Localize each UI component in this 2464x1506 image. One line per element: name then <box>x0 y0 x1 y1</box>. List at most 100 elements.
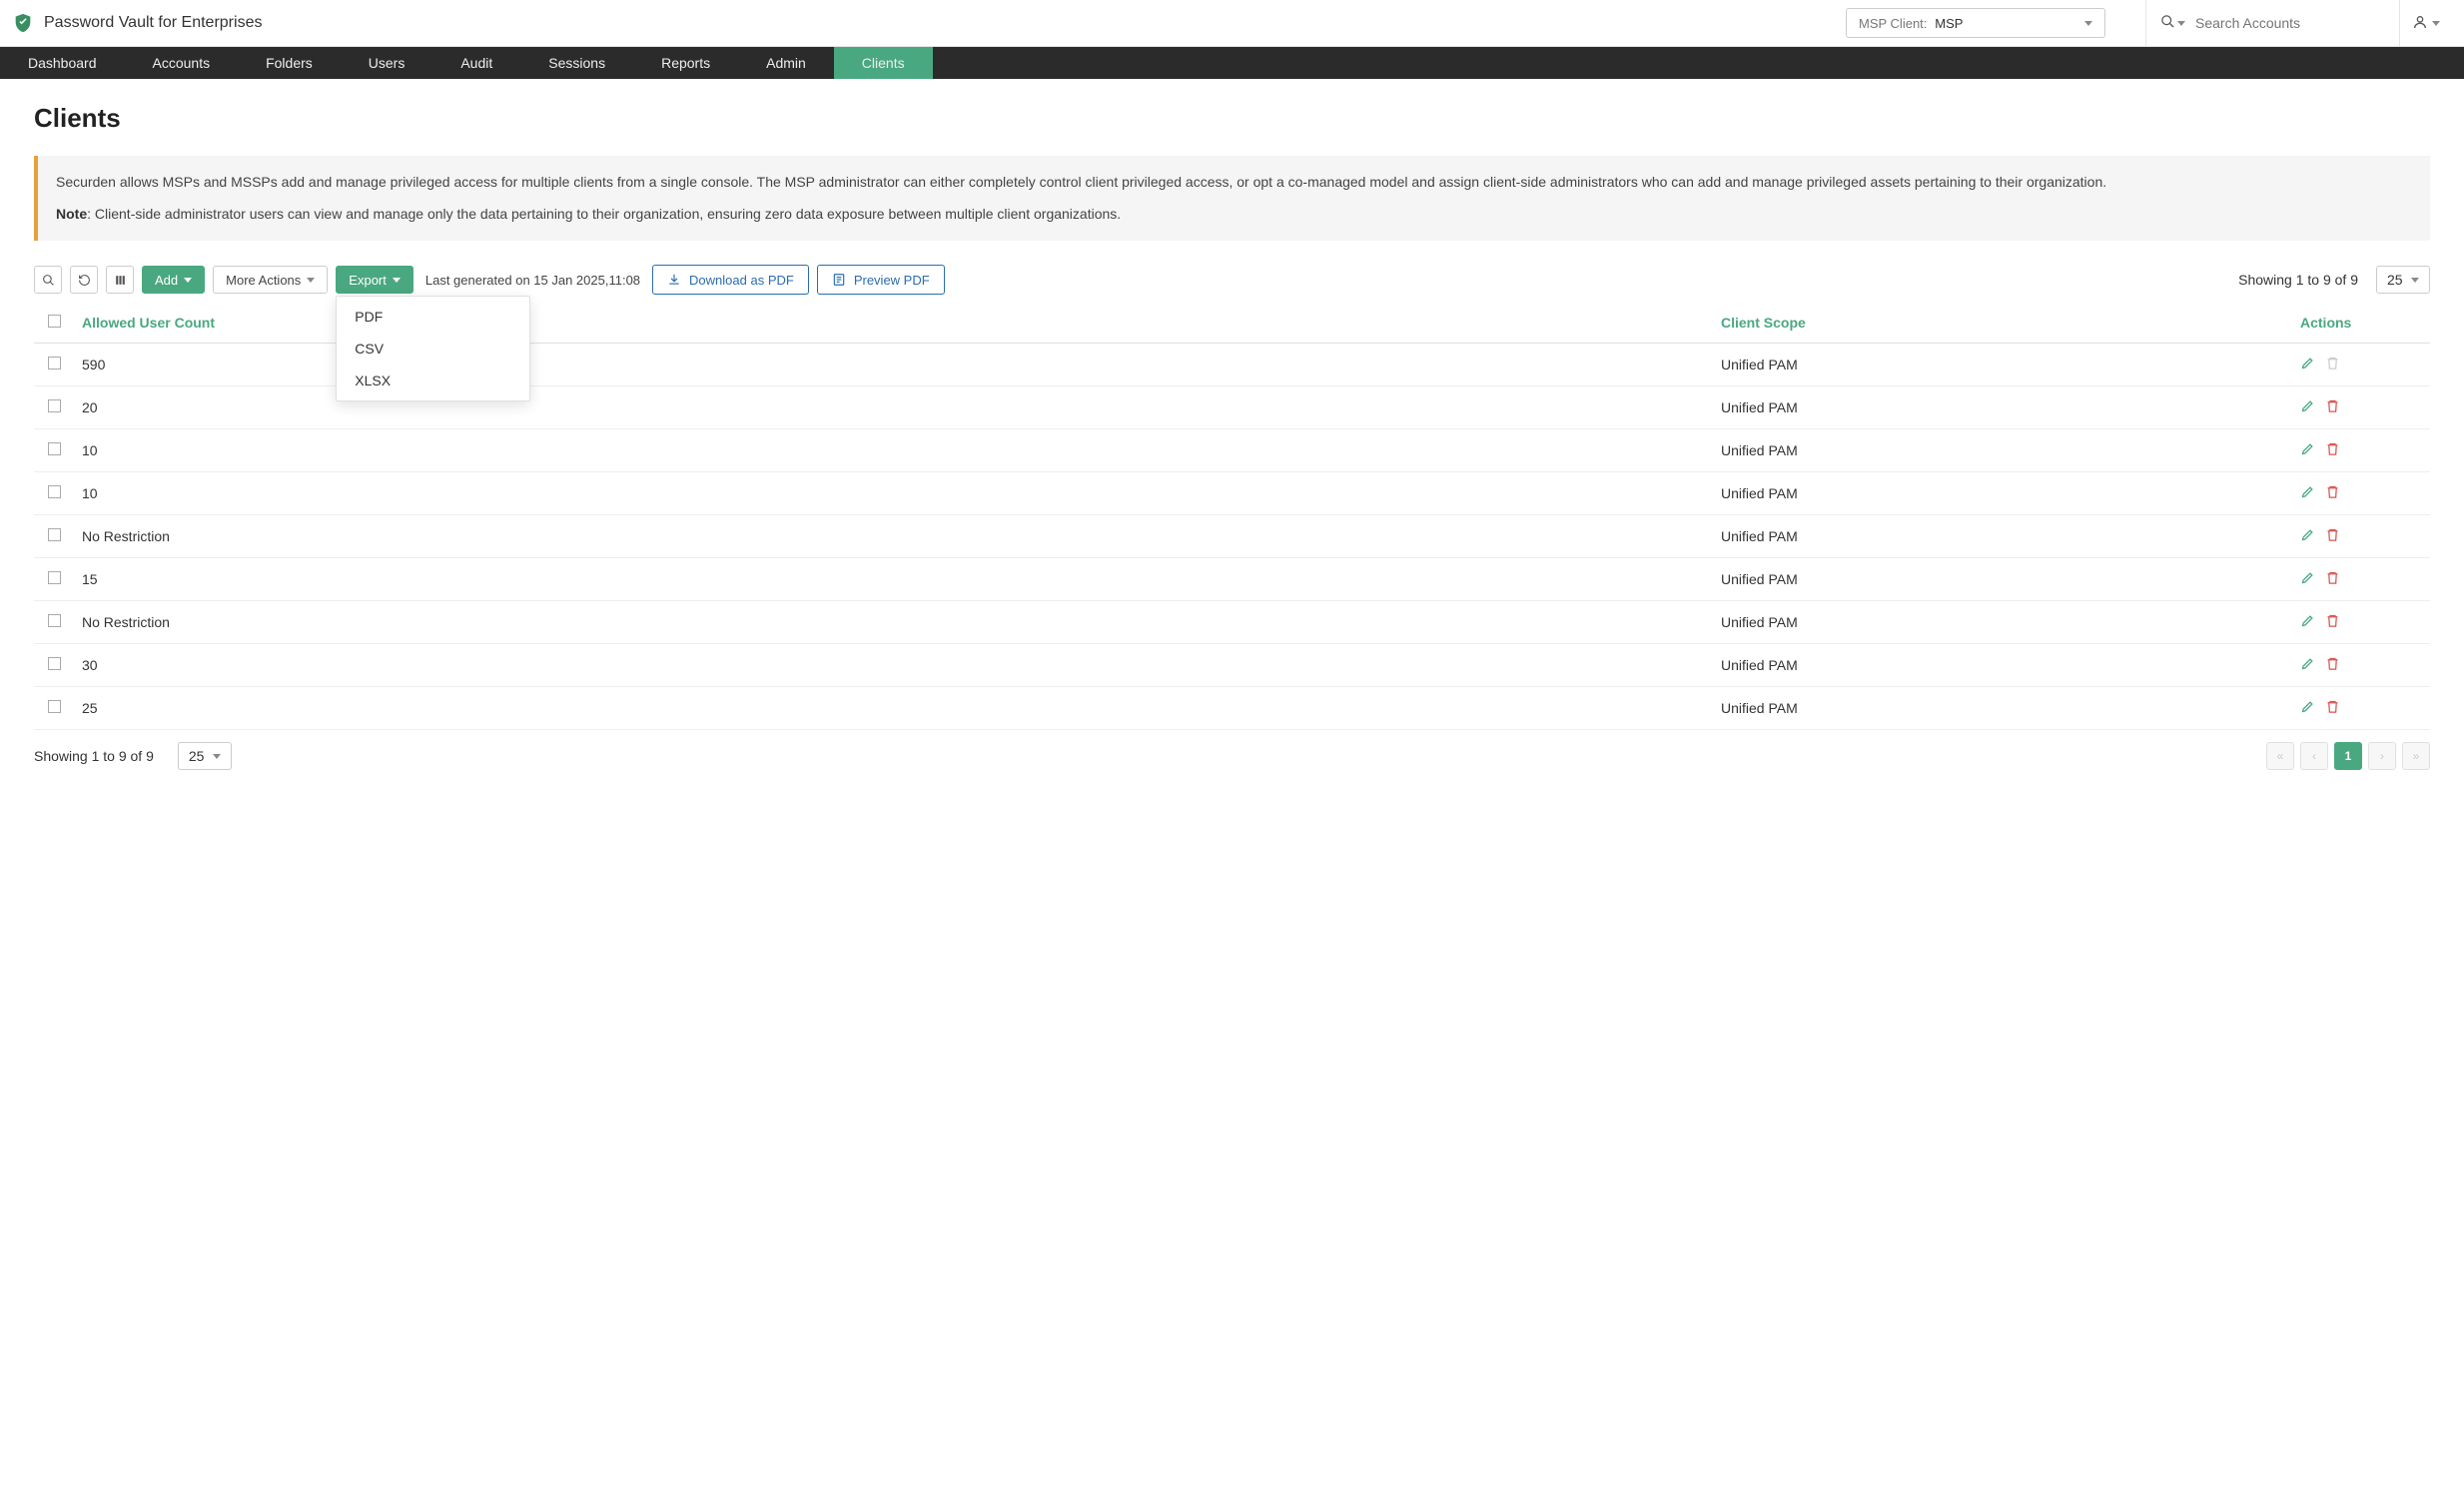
delete-icon <box>2325 356 2340 374</box>
page-prev-button[interactable]: ‹ <box>2300 742 2328 770</box>
chevron-down-icon <box>2432 21 2440 26</box>
edit-icon[interactable] <box>2300 527 2315 545</box>
search-button[interactable] <box>34 266 62 294</box>
preview-icon <box>832 273 846 287</box>
header-search[interactable] <box>2145 0 2400 47</box>
nav-item-clients[interactable]: Clients <box>834 47 933 79</box>
row-checkbox[interactable] <box>48 399 61 412</box>
delete-icon[interactable] <box>2325 441 2340 459</box>
delete-icon[interactable] <box>2325 613 2340 631</box>
page-first-button[interactable]: « <box>2266 742 2294 770</box>
export-button-label: Export <box>349 273 387 288</box>
main-nav: DashboardAccountsFoldersUsersAuditSessio… <box>0 47 2464 79</box>
cell-count: 30 <box>72 644 1711 687</box>
info-text-2: Note: Client-side administrator users ca… <box>56 204 2412 226</box>
delete-icon[interactable] <box>2325 527 2340 545</box>
edit-icon[interactable] <box>2300 484 2315 502</box>
nav-item-dashboard[interactable]: Dashboard <box>0 47 125 79</box>
last-generated-text: Last generated on 15 Jan 2025,11:08 <box>425 273 640 288</box>
row-checkbox[interactable] <box>48 700 61 713</box>
cell-scope: Unified PAM <box>1711 386 2290 429</box>
download-pdf-button[interactable]: Download as PDF <box>652 265 809 295</box>
search-input[interactable] <box>2195 15 2385 31</box>
row-checkbox[interactable] <box>48 357 61 370</box>
search-icon <box>2160 14 2175 32</box>
select-all-checkbox[interactable] <box>48 315 61 328</box>
chevron-down-icon <box>393 278 401 283</box>
paginator: « ‹ 1 › » <box>2266 742 2430 770</box>
top-bar: Password Vault for Enterprises MSP Clien… <box>0 0 2464 47</box>
nav-item-admin[interactable]: Admin <box>738 47 834 79</box>
chevron-down-icon <box>184 278 192 283</box>
columns-button[interactable] <box>106 266 134 294</box>
export-option-xlsx[interactable]: XLSX <box>337 365 529 396</box>
delete-icon[interactable] <box>2325 398 2340 416</box>
info-text-1: Securden allows MSPs and MSSPs add and m… <box>56 172 2412 194</box>
nav-item-users[interactable]: Users <box>341 47 433 79</box>
edit-icon[interactable] <box>2300 441 2315 459</box>
page-next-button[interactable]: › <box>2368 742 2396 770</box>
nav-item-sessions[interactable]: Sessions <box>520 47 633 79</box>
page-last-button[interactable]: » <box>2402 742 2430 770</box>
row-checkbox[interactable] <box>48 614 61 627</box>
refresh-button[interactable] <box>70 266 98 294</box>
edit-icon[interactable] <box>2300 656 2315 674</box>
more-actions-label: More Actions <box>226 273 301 288</box>
page-size-value: 25 <box>189 748 205 764</box>
row-checkbox[interactable] <box>48 528 61 541</box>
msp-client-value: MSP <box>1935 16 1963 31</box>
chevron-down-icon <box>2084 21 2092 26</box>
table-row: 25Unified PAM <box>34 687 2430 730</box>
export-button[interactable]: Export <box>336 266 413 294</box>
edit-icon[interactable] <box>2300 356 2315 374</box>
info-note-label: Note <box>56 206 87 222</box>
row-checkbox[interactable] <box>48 571 61 584</box>
row-checkbox[interactable] <box>48 442 61 455</box>
app-logo-icon <box>12 12 34 34</box>
edit-icon[interactable] <box>2300 398 2315 416</box>
table-row: 30Unified PAM <box>34 644 2430 687</box>
user-menu[interactable] <box>2400 0 2452 47</box>
export-option-csv[interactable]: CSV <box>337 333 529 365</box>
preview-pdf-label: Preview PDF <box>854 273 930 288</box>
chevron-down-icon <box>2177 21 2185 26</box>
col-header-scope[interactable]: Client Scope <box>1711 303 2290 344</box>
page-size-selector-top[interactable]: 25 <box>2376 266 2430 294</box>
col-header-count[interactable]: Allowed User Count <box>72 303 1711 344</box>
edit-icon[interactable] <box>2300 570 2315 588</box>
add-button-label: Add <box>155 273 178 288</box>
download-pdf-label: Download as PDF <box>689 273 794 288</box>
preview-pdf-button[interactable]: Preview PDF <box>817 265 945 295</box>
showing-text-bottom: Showing 1 to 9 of 9 <box>34 748 154 764</box>
msp-client-selector[interactable]: MSP Client: MSP <box>1846 8 2105 38</box>
table-row: No RestrictionUnified PAM <box>34 601 2430 644</box>
table-row: 10Unified PAM <box>34 429 2430 472</box>
cell-scope: Unified PAM <box>1711 515 2290 558</box>
nav-item-audit[interactable]: Audit <box>432 47 520 79</box>
msp-client-label: MSP Client: <box>1859 16 1927 31</box>
cell-count: 25 <box>72 687 1711 730</box>
page-number-button[interactable]: 1 <box>2334 742 2362 770</box>
delete-icon[interactable] <box>2325 699 2340 717</box>
cell-scope: Unified PAM <box>1711 344 2290 386</box>
cell-count: 590 <box>72 344 1711 386</box>
table-row: No RestrictionUnified PAM <box>34 515 2430 558</box>
user-icon <box>2412 14 2428 33</box>
delete-icon[interactable] <box>2325 656 2340 674</box>
more-actions-button[interactable]: More Actions <box>213 266 328 294</box>
export-option-pdf[interactable]: PDF <box>337 301 529 333</box>
nav-item-accounts[interactable]: Accounts <box>125 47 239 79</box>
delete-icon[interactable] <box>2325 484 2340 502</box>
chevron-down-icon <box>307 278 315 283</box>
page-size-selector-bottom[interactable]: 25 <box>178 742 232 770</box>
delete-icon[interactable] <box>2325 570 2340 588</box>
row-checkbox[interactable] <box>48 485 61 498</box>
edit-icon[interactable] <box>2300 613 2315 631</box>
add-button[interactable]: Add <box>142 266 205 294</box>
edit-icon[interactable] <box>2300 699 2315 717</box>
row-checkbox[interactable] <box>48 657 61 670</box>
nav-item-reports[interactable]: Reports <box>633 47 738 79</box>
nav-item-folders[interactable]: Folders <box>238 47 341 79</box>
cell-scope: Unified PAM <box>1711 601 2290 644</box>
cell-count: 20 <box>72 386 1711 429</box>
